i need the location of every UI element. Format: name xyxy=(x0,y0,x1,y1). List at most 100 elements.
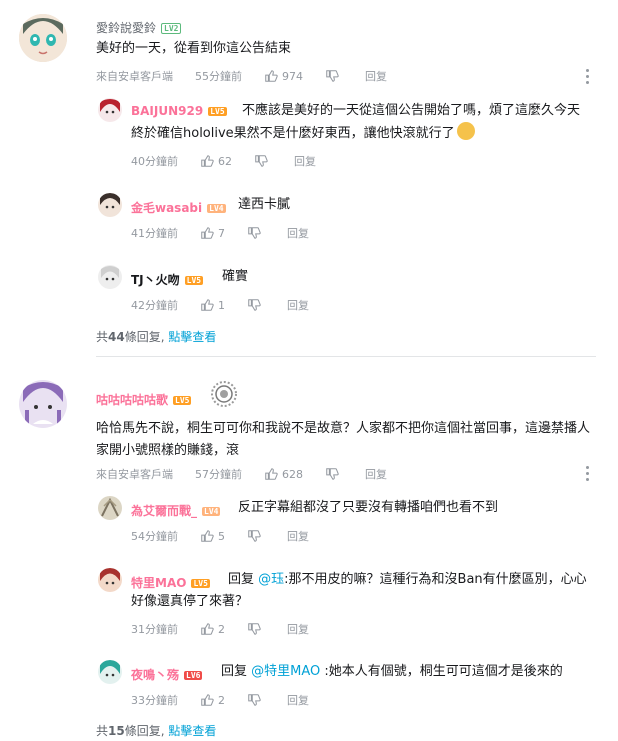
dislike-button[interactable] xyxy=(247,529,265,543)
username-text[interactable]: 愛鈴說愛鈴 xyxy=(96,21,156,35)
username-text[interactable]: 金毛wasabi xyxy=(131,201,202,215)
reply-text: 確實 xyxy=(222,269,249,284)
timestamp: 55分鐘前 xyxy=(195,70,242,83)
like-button[interactable]: 628 xyxy=(264,467,303,481)
reply-button[interactable]: 回复 xyxy=(294,153,316,169)
level-badge: LV5 xyxy=(173,396,192,405)
thumb-down-icon xyxy=(248,299,261,311)
like-count: 628 xyxy=(282,467,303,481)
avatar[interactable] xyxy=(98,496,122,520)
comment-meta: 來自安卓客戶端 57分鐘前 628 回复 xyxy=(96,466,409,482)
reply-username[interactable]: 為艾爾而戰_ LV4 xyxy=(131,502,221,519)
thumb-up-icon xyxy=(201,694,214,706)
reply-button[interactable]: 回复 xyxy=(287,621,309,637)
avatar[interactable] xyxy=(19,14,67,62)
level-badge: LV6 xyxy=(184,671,203,680)
timestamp: 31分鐘前 xyxy=(131,623,178,636)
reply-username[interactable]: TJ丶火吻 LV5 xyxy=(131,271,204,288)
timestamp: 40分鐘前 xyxy=(131,155,178,168)
reply-button[interactable]: 回复 xyxy=(287,528,309,544)
dislike-button[interactable] xyxy=(247,298,265,312)
view-more-replies: 共15條回复, 點擊查看 xyxy=(96,724,217,738)
thumb-down-icon xyxy=(255,155,268,167)
level-badge: LV4 xyxy=(202,507,221,516)
timestamp: 33分鐘前 xyxy=(131,694,178,707)
comment-username[interactable]: 愛鈴說愛鈴 LV2 xyxy=(96,19,182,36)
source-label: 來自安卓客戶端 xyxy=(96,70,173,83)
thumb-down-icon xyxy=(326,70,339,82)
reply-text: 反正字幕組都沒了只要沒有轉播咱們也看不到 xyxy=(238,500,499,515)
timestamp: 41分鐘前 xyxy=(131,227,178,240)
reply-text: 達西卡膩 xyxy=(238,197,291,212)
like-button[interactable]: 2 xyxy=(200,622,225,636)
reply-meta: 42分鐘前 1 回复 xyxy=(131,297,331,313)
dislike-button[interactable] xyxy=(247,693,265,707)
username-text[interactable]: TJ丶火吻 xyxy=(131,273,180,287)
like-count: 974 xyxy=(282,69,303,83)
emblem-icon xyxy=(210,380,238,408)
like-button[interactable]: 5 xyxy=(200,529,225,543)
like-count: 7 xyxy=(218,226,225,240)
like-button[interactable]: 62 xyxy=(200,154,232,168)
thumb-down-icon xyxy=(248,623,261,635)
like-count: 5 xyxy=(218,529,225,543)
view-more-link[interactable]: 點擊查看 xyxy=(168,330,216,344)
more-vertical-icon[interactable] xyxy=(586,466,590,484)
reply-button[interactable]: 回复 xyxy=(287,225,309,241)
reply-button[interactable]: 回复 xyxy=(365,466,387,482)
reply-button[interactable]: 回复 xyxy=(365,68,387,84)
source-label: 來自安卓客戶端 xyxy=(96,468,173,481)
username-text[interactable]: 咕咕咕咕咕歌 xyxy=(96,393,168,407)
timestamp: 42分鐘前 xyxy=(131,299,178,312)
like-button[interactable]: 1 xyxy=(200,298,225,312)
like-count: 62 xyxy=(218,154,232,168)
reply-button[interactable]: 回复 xyxy=(287,297,309,313)
thumb-up-icon xyxy=(201,227,214,239)
reply-meta: 33分鐘前 2 回复 xyxy=(131,692,331,708)
comment-text: 哈恰馬先不說，桐生可可你和我說不是故意？人家都不把你這個社當回事，這邊禁播人家開… xyxy=(96,421,591,458)
like-button[interactable]: 7 xyxy=(200,226,225,240)
avatar[interactable] xyxy=(98,568,122,592)
emoji-icon xyxy=(456,122,475,140)
reply-meta: 40分鐘前 62 回复 xyxy=(131,153,338,169)
level-badge: LV4 xyxy=(207,204,226,213)
view-more-replies: 共44條回复, 點擊查看 xyxy=(96,330,217,344)
reply-button[interactable]: 回复 xyxy=(287,692,309,708)
view-more-link[interactable]: 點擊查看 xyxy=(168,724,216,738)
avatar[interactable] xyxy=(98,265,122,289)
timestamp: 54分鐘前 xyxy=(131,530,178,543)
username-text[interactable]: 為艾爾而戰_ xyxy=(131,504,197,518)
avatar[interactable] xyxy=(98,660,122,684)
timestamp: 57分鐘前 xyxy=(195,468,242,481)
thumb-up-icon xyxy=(265,468,278,480)
reply-text: 回复 @特里MAO :她本人有個號，桐生可可這個才是後來的 xyxy=(221,664,563,679)
comment-username[interactable]: 咕咕咕咕咕歌 LV5 xyxy=(96,391,192,408)
thumb-up-icon xyxy=(201,299,214,311)
thumb-up-icon xyxy=(201,530,214,542)
like-count: 2 xyxy=(218,693,225,707)
comment-text: 美好的一天，從看到你這公告結束 xyxy=(96,41,292,56)
dislike-button[interactable] xyxy=(247,226,265,240)
reply-meta: 54分鐘前 5 回复 xyxy=(131,528,331,544)
more-vertical-icon[interactable] xyxy=(586,69,590,87)
dislike-button[interactable] xyxy=(325,467,343,481)
username-text[interactable]: 夜鳴丶殇 xyxy=(131,668,179,682)
thumb-down-icon xyxy=(248,227,261,239)
avatar[interactable] xyxy=(19,380,67,428)
thumb-down-icon xyxy=(248,530,261,542)
divider xyxy=(96,356,596,357)
thumb-down-icon xyxy=(326,468,339,480)
like-button[interactable]: 2 xyxy=(200,693,225,707)
thumb-up-icon xyxy=(265,70,278,82)
like-button[interactable]: 974 xyxy=(264,69,303,83)
dislike-button[interactable] xyxy=(247,622,265,636)
dislike-button[interactable] xyxy=(254,154,272,168)
reply-username[interactable]: 金毛wasabi LV4 xyxy=(131,199,226,216)
reply-meta: 31分鐘前 2 回复 xyxy=(131,621,331,637)
dislike-button[interactable] xyxy=(325,69,343,83)
thumb-up-icon xyxy=(201,623,214,635)
avatar[interactable] xyxy=(98,98,122,122)
reply-username[interactable]: 夜鳴丶殇 LV6 xyxy=(131,666,203,683)
reply-text: 不應該是美好的一天從這個公告開始了嗎，煩了這麼久今天終於確信hololive果然… xyxy=(131,103,581,141)
avatar[interactable] xyxy=(98,193,122,217)
